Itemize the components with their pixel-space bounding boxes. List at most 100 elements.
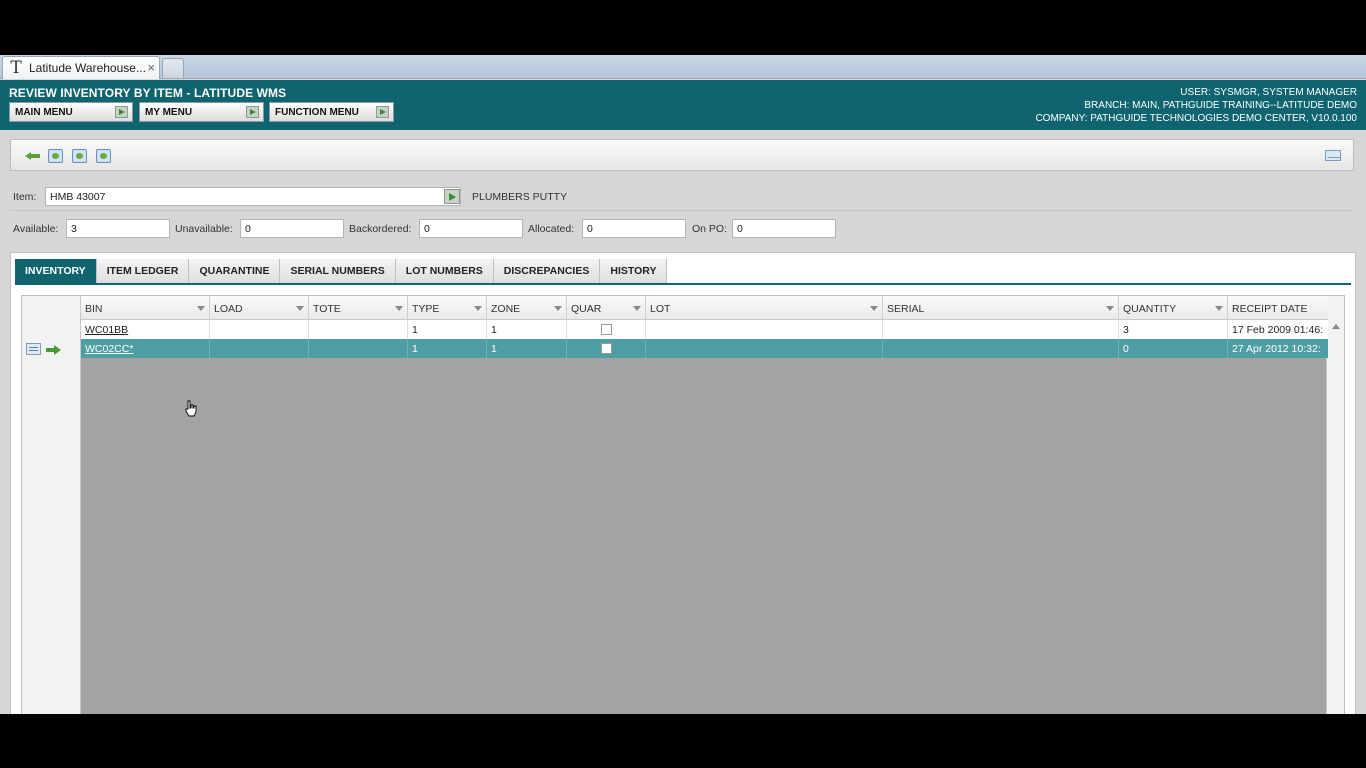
item-fields: Item: HMB 43007 PLUMBERS PUTTY Available… — [0, 179, 1366, 249]
column-header-bin[interactable]: BIN — [81, 296, 210, 320]
chevron-down-icon[interactable] — [296, 306, 304, 311]
quantity-cell: 3 — [1119, 320, 1228, 339]
load-cell — [210, 320, 309, 339]
column-label: QUANTITY — [1123, 303, 1177, 315]
quantity-cell: 0 — [1119, 339, 1228, 358]
scroll-up-icon[interactable] — [1332, 324, 1340, 329]
edit-row-icon[interactable] — [26, 343, 41, 355]
quar-checkbox[interactable] — [601, 343, 612, 354]
mail-icon[interactable] — [1325, 150, 1341, 161]
bin-link[interactable]: WC01BB — [81, 320, 210, 339]
toolbar — [10, 139, 1354, 171]
session-info: USER: SYSMGR, SYSTEM MANAGER BRANCH: MAI… — [1035, 86, 1357, 125]
function-menu-button[interactable]: FUNCTION MENU — [269, 102, 394, 122]
chevron-down-icon[interactable] — [1106, 306, 1114, 311]
close-icon[interactable]: × — [147, 60, 155, 75]
back-arrow-icon[interactable] — [25, 149, 40, 163]
chevron-down-icon[interactable] — [197, 306, 205, 311]
arrow-right-icon[interactable] — [46, 345, 61, 355]
lot-cell — [646, 320, 883, 339]
function-menu-label: FUNCTION MENU — [275, 106, 359, 118]
chevron-down-icon[interactable] — [395, 306, 403, 311]
inventory-grid: BIN LOAD TOTE TYPE ZONE QUAR LOT SERIAL … — [21, 295, 1345, 714]
tab-lot-numbers[interactable]: LOT NUMBERS — [395, 259, 494, 283]
column-header-load[interactable]: LOAD — [210, 296, 309, 320]
next-doc-icon[interactable] — [72, 149, 87, 163]
main-menu-button[interactable]: MAIN MENU — [9, 102, 133, 122]
column-header-type[interactable]: TYPE — [408, 296, 487, 320]
table-row-selected[interactable]: WC02CC* 1 1 0 27 Apr 2012 10:32: — [81, 339, 1328, 358]
column-label: TOTE — [313, 303, 341, 315]
arrow-right-icon — [115, 106, 128, 118]
unavailable-field[interactable]: 0 — [240, 219, 344, 238]
column-header-quar[interactable]: QUAR — [567, 296, 646, 320]
grid-header: BIN LOAD TOTE TYPE ZONE QUAR LOT SERIAL … — [81, 296, 1328, 320]
allocated-field[interactable]: 0 — [582, 219, 686, 238]
column-header-zone[interactable]: ZONE — [487, 296, 567, 320]
item-input[interactable]: HMB 43007 — [45, 187, 461, 206]
latitude-logo-icon: T — [10, 58, 22, 78]
column-header-serial[interactable]: SERIAL — [883, 296, 1119, 320]
tab-item-ledger[interactable]: ITEM LEDGER — [96, 259, 190, 283]
backordered-label: Backordered: — [349, 223, 412, 235]
column-label: RECEIPT DATE — [1232, 303, 1308, 315]
chevron-down-icon[interactable] — [474, 306, 482, 311]
user-info: USER: SYSMGR, SYSTEM MANAGER — [1180, 87, 1357, 98]
lot-cell — [646, 339, 883, 358]
type-cell: 1 — [408, 320, 487, 339]
letterbox-top — [0, 0, 1366, 55]
column-label: QUAR — [571, 303, 602, 315]
backordered-field[interactable]: 0 — [419, 219, 523, 238]
chevron-down-icon[interactable] — [870, 306, 878, 311]
column-header-lot[interactable]: LOT — [646, 296, 883, 320]
reload-doc-icon[interactable] — [96, 149, 111, 163]
chevron-down-icon[interactable] — [633, 306, 641, 311]
tab-inventory[interactable]: INVENTORY — [15, 259, 97, 283]
tab-bar: INVENTORY ITEM LEDGER QUARANTINE SERIAL … — [15, 259, 668, 283]
column-header-receipt-date[interactable]: RECEIPT DATE — [1228, 296, 1328, 320]
chevron-down-icon[interactable] — [1215, 306, 1223, 311]
arrow-right-icon — [246, 106, 259, 118]
refresh-doc-icon[interactable] — [48, 149, 63, 163]
column-label: SERIAL — [887, 303, 925, 315]
my-menu-label: MY MENU — [145, 106, 193, 118]
chevron-down-icon[interactable] — [554, 306, 562, 311]
table-row[interactable]: WC01BB 1 1 3 17 Feb 2009 01:46: — [81, 320, 1328, 339]
item-lookup-icon[interactable] — [444, 189, 460, 204]
available-field[interactable]: 3 — [66, 219, 170, 238]
column-label: LOT — [650, 303, 671, 315]
load-cell — [210, 339, 309, 358]
new-tab-button[interactable] — [162, 58, 184, 78]
bin-link[interactable]: WC02CC* — [81, 339, 210, 358]
browser-window: T Latitude Warehouse... × REVIEW INVENTO… — [0, 55, 1366, 714]
my-menu-button[interactable]: MY MENU — [139, 102, 264, 122]
unavailable-label: Unavailable: — [175, 223, 233, 235]
tab-quarantine[interactable]: QUARANTINE — [189, 259, 281, 283]
quar-checkbox[interactable] — [601, 324, 612, 335]
column-label: BIN — [85, 303, 103, 315]
browser-tab-title: Latitude Warehouse... — [29, 61, 146, 75]
browser-tab[interactable]: T Latitude Warehouse... × — [2, 56, 160, 79]
serial-cell — [883, 320, 1119, 339]
column-label: LOAD — [214, 303, 243, 315]
column-header-tote[interactable]: TOTE — [309, 296, 408, 320]
branch-info: BRANCH: MAIN, PATHGUIDE TRAINING--LATITU… — [1084, 100, 1357, 111]
tote-cell — [309, 320, 408, 339]
app-header: REVIEW INVENTORY BY ITEM - LATITUDE WMS … — [0, 80, 1366, 130]
item-description: PLUMBERS PUTTY — [472, 191, 568, 203]
on-po-field[interactable]: 0 — [732, 219, 836, 238]
receipt-date-cell: 17 Feb 2009 01:46: — [1232, 324, 1324, 336]
tab-discrepancies[interactable]: DISCREPANCIES — [493, 259, 601, 283]
letterbox-bottom — [0, 714, 1366, 768]
company-info: COMPANY: PATHGUIDE TECHNOLOGIES DEMO CEN… — [1035, 113, 1357, 124]
tab-history[interactable]: HISTORY — [600, 259, 668, 283]
allocated-label: Allocated: — [528, 223, 575, 235]
column-header-quantity[interactable]: QUANTITY — [1119, 296, 1228, 320]
browser-tabstrip: T Latitude Warehouse... × — [0, 55, 1366, 79]
receipt-date-cell: 27 Apr 2012 10:32: — [1232, 343, 1321, 355]
tab-serial-numbers[interactable]: SERIAL NUMBERS — [280, 259, 396, 283]
row-actions — [26, 343, 66, 357]
arrow-right-icon — [376, 106, 389, 118]
item-label: Item: — [13, 191, 37, 203]
grid-scrollbar[interactable] — [1326, 296, 1344, 714]
